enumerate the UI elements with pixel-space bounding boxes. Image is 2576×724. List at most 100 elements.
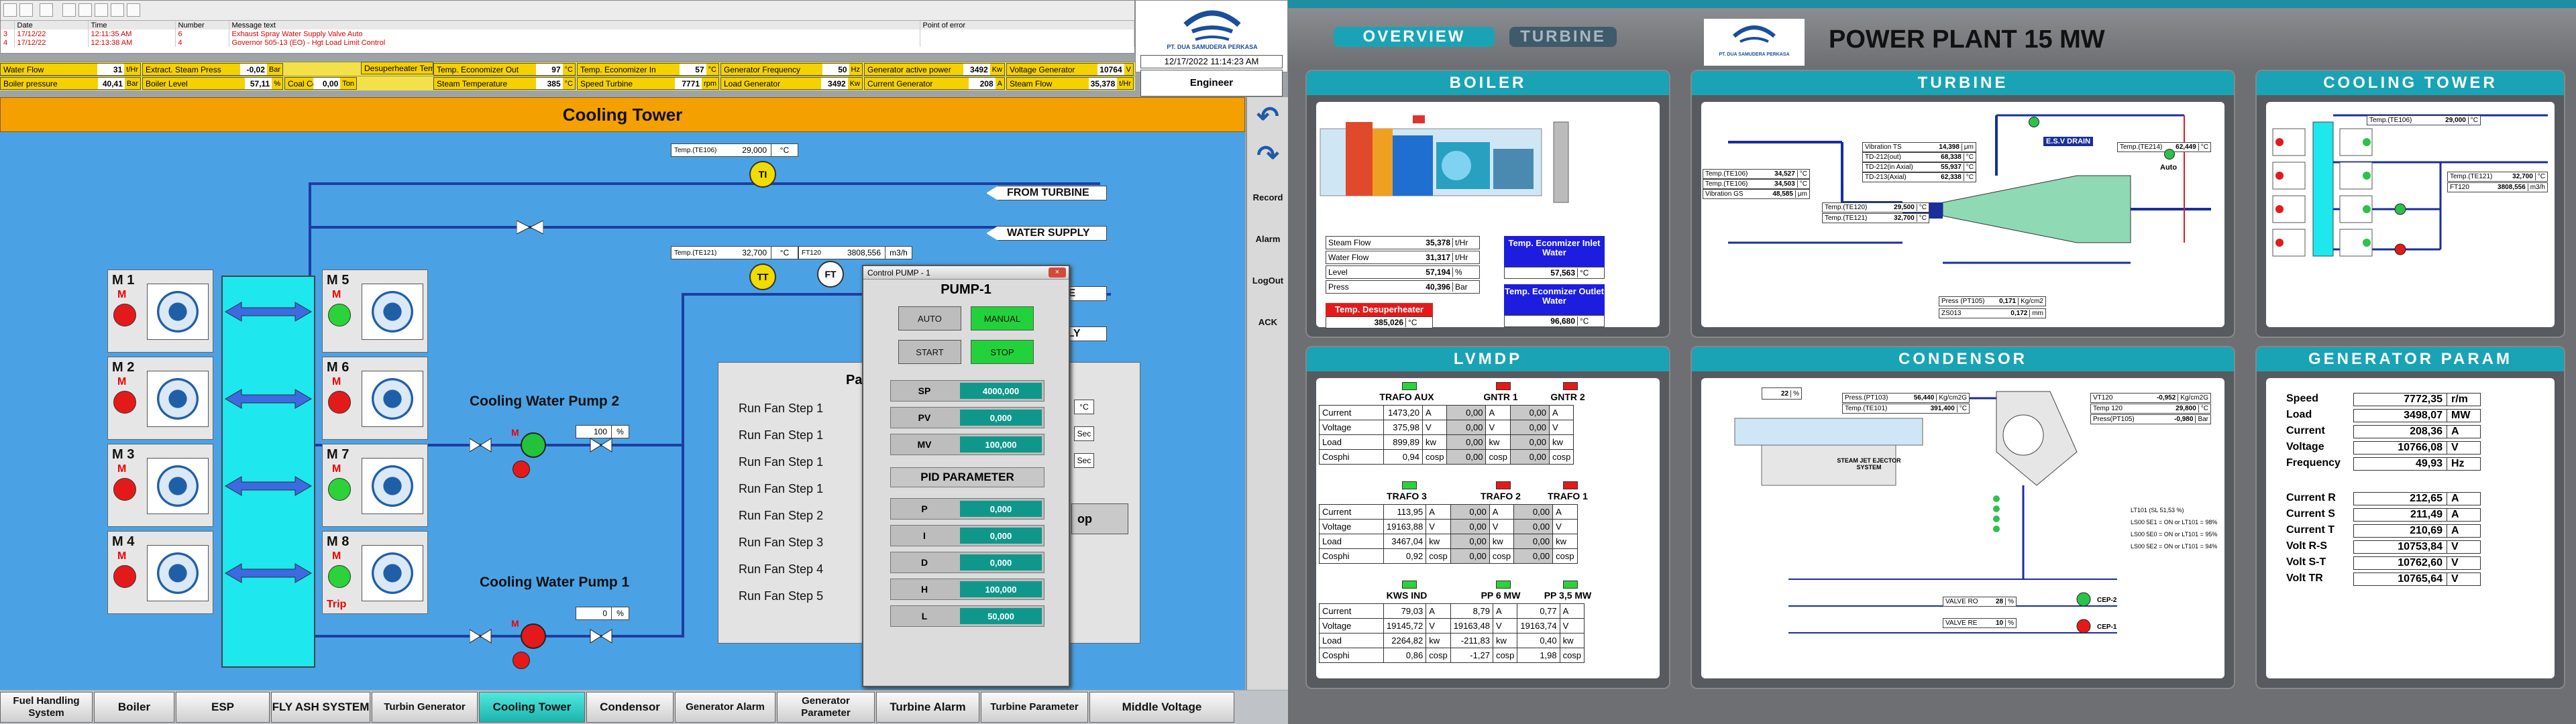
boiler-body: Steam Flow 35,378 t/Hr Water Flow 31,317 t/Hr… [1316,102,1660,328]
condensor-panel[interactable]: CONDENSOR 22% Press.(PT103) 56,440 Kg/cm2G… [1690,346,2235,689]
boiler-readout: Press 40,396 Bar [1326,280,1480,294]
stop-button[interactable]: op [1071,503,1128,534]
mv-value[interactable]: 100,000 [960,436,1042,452]
motor-panel[interactable]: M 4M [107,531,213,614]
pid-value[interactable]: 100,000 [960,581,1042,597]
valve-re[interactable]: VALVE RE 10% [1943,618,2017,628]
motor-panel[interactable]: M 3M [107,444,213,527]
pump2-speed[interactable]: 100 % [576,425,629,438]
toolbar-button[interactable] [127,3,140,17]
nav-turbine-alarm[interactable]: Turbine Alarm [876,692,979,723]
boiler-readout: Water Flow 31,317 t/Hr [1326,251,1480,264]
motor-panel[interactable]: M 1M [107,269,213,353]
fan-box [362,545,423,601]
pump2-icon[interactable] [521,432,546,458]
pid-row[interactable]: D 0,000 [890,552,1044,573]
nav-turbine-parameter[interactable]: Turbine Parameter [981,692,1088,723]
auto-valve-icon[interactable] [2164,149,2175,160]
toolbar-button[interactable] [3,3,17,17]
ack-button[interactable]: ACK [1250,305,1286,339]
logout-button[interactable]: LogOut [1250,263,1286,297]
valve-ro[interactable]: VALVE RO 28% [1943,597,2017,607]
toolbar-button[interactable] [95,3,108,17]
pid-row[interactable]: L 50,000 [890,605,1044,627]
fan-icon [157,291,199,333]
ejector-percent[interactable]: 22% [1762,387,1802,400]
nav-cooling-tower[interactable]: Cooling Tower [479,692,585,723]
sp-row[interactable]: SP 4000,000 [890,380,1044,402]
boiler-panel[interactable]: BOILER Steam Flow 35,378 t/Hr Water Flow 31,… [1305,70,1670,338]
toolbar-button[interactable] [62,3,76,17]
motor-name: M 2 [112,360,135,375]
motor-name: M 3 [112,447,135,462]
nav-condensor[interactable]: Condensor [586,692,674,723]
control-pump-dialog[interactable]: Control PUMP - 1 × PUMP-1 AUTO MANUAL ST… [862,265,1070,687]
pid-value[interactable]: 0,000 [960,554,1042,570]
alarm-list[interactable]: Date Time Number Message text Point of e… [0,0,1135,54]
pid-row[interactable]: I 0,000 [890,525,1044,546]
nav-middle-voltage[interactable]: Middle Voltage [1089,692,1234,723]
pid-row[interactable]: H 100,000 [890,579,1044,600]
sort-icon[interactable] [40,3,53,17]
nav-fuel-handling-system[interactable]: Fuel Handling System [0,692,93,723]
nav-generator-alarm[interactable]: Generator Alarm [675,692,775,723]
toolbar-button[interactable] [111,3,124,17]
fan-icon [372,291,413,333]
pump2-valves[interactable] [470,437,644,453]
start-button[interactable]: START [898,340,961,364]
pid-parameter-heading: PID PARAMETER [890,467,1044,487]
breaker-name: TRAFO 3 [1387,491,1427,501]
alarm-row[interactable]: 4 17/12/22 12:13:38 AM 4 Governor 505-13… [1,38,1134,47]
pid-value[interactable]: 50,000 [960,608,1042,624]
fan-box [147,371,209,427]
cooling-tower-panel[interactable]: COOLING TOWER Temp.(TE106) 29,000 °C Temp.… [2255,70,2565,338]
toolbar-button[interactable] [19,3,33,17]
esv-valve-icon[interactable] [2029,117,2039,127]
mv-row[interactable]: MV 100,000 [890,434,1044,455]
toolbar-button[interactable] [78,3,92,17]
pid-value[interactable]: 0,000 [960,501,1042,517]
turbine-panel[interactable]: TURBINE Vibration TS 14,398 μm TD-212(out) 6… [1690,70,2235,338]
record-button[interactable]: Record [1250,180,1286,214]
status-cell: Extract. Steam Press -0,02 Bar [142,63,283,76]
tt-sensor-icon[interactable]: TT [749,263,776,290]
ti-sensor-icon[interactable]: TI [749,161,776,188]
redo-icon[interactable]: ↷ [1250,139,1286,172]
motor-panel[interactable]: M 6M [322,357,428,440]
motor-panel[interactable]: M 8 M Trip [322,531,428,614]
pump1-icon[interactable] [521,623,546,649]
pid-value[interactable]: 0,000 [960,528,1042,544]
motor-m-label: M [117,463,127,475]
user-display[interactable]: Engineer [1140,70,1283,97]
motor-panel[interactable]: M 7M [322,444,428,527]
generator-param-row: Speed 7772,35 r/m [2286,393,2481,406]
close-icon[interactable]: × [1049,267,1066,278]
pump1-valves[interactable] [470,628,644,644]
valve-icon[interactable] [517,221,543,234]
generator-param-panel[interactable]: GENERATOR PARAM Speed 7772,35 r/m Load 3498,… [2255,346,2565,689]
nav-boiler[interactable]: Boiler [94,692,174,723]
nav-turbin-generator[interactable]: Turbin Generator [372,692,478,723]
nav-fly-ash-system[interactable]: FLY ASH SYSTEM [271,692,370,723]
sp-value[interactable]: 4000,000 [960,383,1042,399]
stop-button[interactable]: STOP [971,340,1034,364]
motor-panel[interactable]: M 2M [107,357,213,440]
auto-button[interactable]: AUTO [898,306,961,330]
tab-overview[interactable]: OVERVIEW [1334,27,1495,47]
tab-turbine[interactable]: TURBINE [1509,27,1617,47]
nav-esp[interactable]: ESP [176,692,270,723]
dialog-heading: PUMP-1 [941,282,991,297]
manual-button[interactable]: MANUAL [971,306,1034,330]
ft-sensor-icon[interactable]: FT [817,261,844,288]
alarm-row[interactable]: 3 17/12/22 12:11:35 AM 6 Exhaust Spray W… [1,29,1134,38]
pump1-speed[interactable]: 0 % [576,607,629,620]
condensor-body: 22% Press.(PT103) 56,440 Kg/cm2G Temp.(TE1… [1701,378,2224,678]
nav-generator-parameter[interactable]: Generator Parameter [777,692,875,723]
eco-outlet-label: Temp. Econmizer Outlet Water [1504,284,1605,315]
pid-row[interactable]: P 0,000 [890,498,1044,520]
pipe-water-supply [309,226,1033,229]
lvmdp-panel[interactable]: LVMDP TRAFO AUX GNTR 1 GNTR 2 Current 1473,2… [1305,346,1670,689]
undo-icon[interactable]: ↶ [1250,100,1286,133]
motor-panel[interactable]: M 5M [322,269,428,353]
alarm-button[interactable]: Alarm [1250,222,1286,255]
